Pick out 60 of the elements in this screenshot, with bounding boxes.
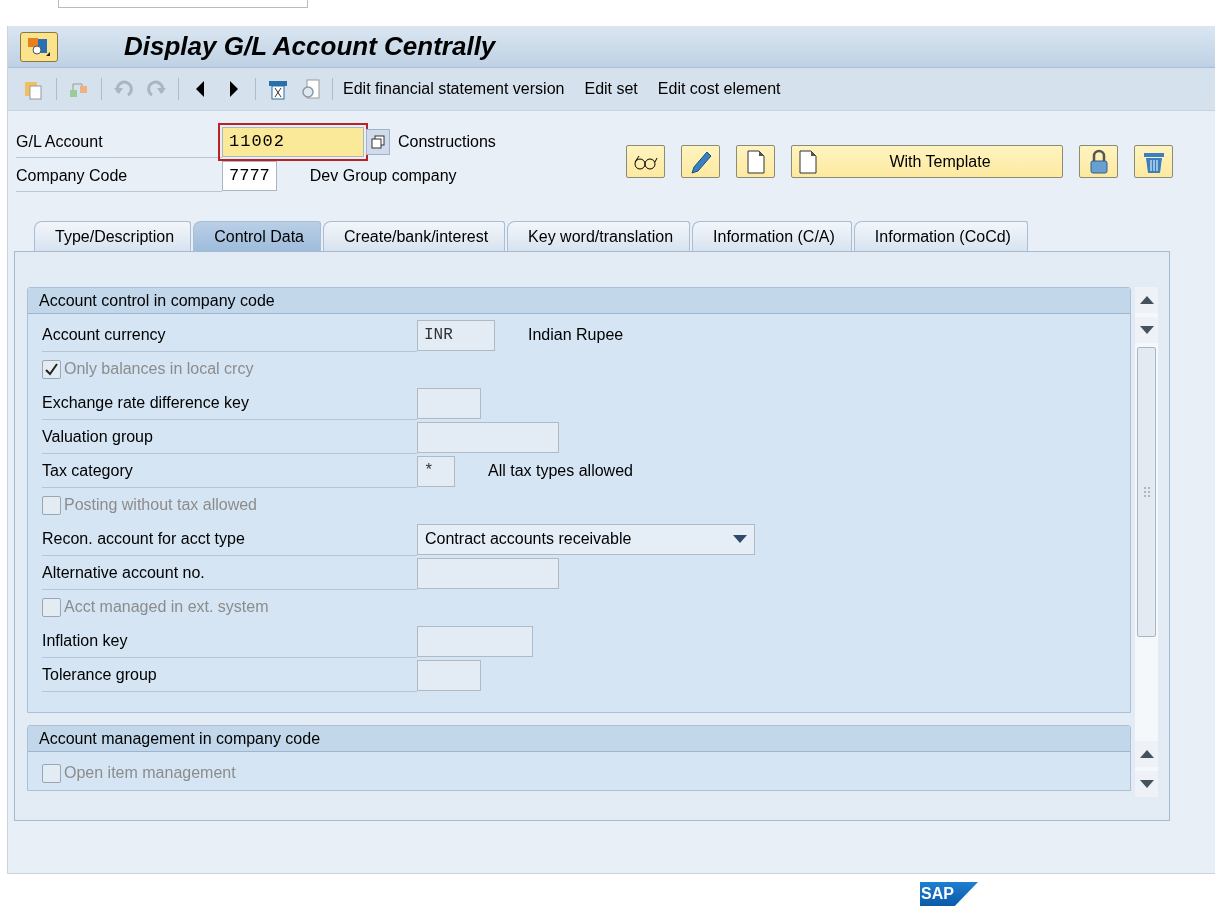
field-label: Recon. account for acct type <box>42 522 417 556</box>
input-field[interactable] <box>417 625 533 657</box>
toolbar-link[interactable]: Edit financial statement version <box>339 77 575 101</box>
document-icon[interactable] <box>267 78 289 100</box>
trash-button[interactable] <box>1134 145 1173 178</box>
window-title: Display G/L Account Centrally <box>124 30 496 63</box>
scroll-down-icon[interactable] <box>1139 780 1154 788</box>
tab[interactable]: Key word/translation <box>507 221 691 251</box>
pencil-button[interactable] <box>681 145 720 178</box>
input-field[interactable]: 7777 <box>222 161 277 191</box>
input-field[interactable]: INR <box>417 319 495 351</box>
field-label: Tax category <box>42 454 417 488</box>
template-button[interactable]: With Template <box>791 145 1063 178</box>
field-label: Exchange rate difference key <box>42 386 417 420</box>
section-header: Account management in company code <box>28 726 1130 752</box>
tab[interactable]: Information (CoCd) <box>853 221 1028 251</box>
input-field[interactable]: * <box>417 455 455 487</box>
scroll-down-icon[interactable] <box>1139 326 1154 334</box>
checkbox-label: Open item management <box>64 763 236 783</box>
dropdown-arrow-icon <box>733 535 747 543</box>
matchcode-button[interactable] <box>366 129 390 155</box>
scroll-up-icon[interactable] <box>1139 750 1154 758</box>
checkbox-label: Posting without tax allowed <box>64 495 257 515</box>
tab[interactable]: Create/bank/interest <box>323 221 506 251</box>
field-description: Dev Group company <box>309 166 457 186</box>
page-icon <box>798 149 818 174</box>
logo: SAP <box>920 882 978 906</box>
scroll-up-icon[interactable] <box>1139 296 1154 304</box>
toolbar-link[interactable]: Edit set <box>574 77 648 101</box>
field-label: Tolerance group <box>42 658 417 692</box>
preview-icon[interactable] <box>299 78 321 100</box>
pencil-icon <box>689 149 712 174</box>
section-header: Account control in company code <box>28 288 1130 314</box>
input-field[interactable] <box>417 659 481 691</box>
field-description: All tax types allowed <box>488 461 633 481</box>
scroll-thumb[interactable] <box>1137 347 1156 637</box>
glasses-button[interactable] <box>626 145 665 178</box>
field-label: Valuation group <box>42 420 417 454</box>
tab[interactable]: Information (C/A) <box>692 221 852 251</box>
field-label: Alternative account no. <box>42 556 417 590</box>
dropdown-field[interactable]: Contract accounts receivable <box>417 523 755 555</box>
menu-icon[interactable] <box>20 31 58 62</box>
page-icon <box>745 149 766 174</box>
field-description: Constructions <box>398 132 496 152</box>
padlock-icon <box>1087 148 1110 175</box>
copy-icon <box>371 135 385 149</box>
toolbar-link[interactable]: Edit cost element <box>647 77 791 101</box>
checkbox-label: Acct managed in ext. system <box>64 597 269 617</box>
vertical-scrollbar[interactable] <box>1135 287 1158 797</box>
page-button[interactable] <box>736 145 775 178</box>
input-field[interactable] <box>417 387 481 419</box>
field-description: Indian Rupee <box>528 325 624 345</box>
checkbox-label: Only balances in local crcy <box>64 359 254 379</box>
input-field[interactable] <box>417 557 559 589</box>
padlock-button[interactable] <box>1079 145 1118 178</box>
tab[interactable]: Type/Description <box>34 221 192 251</box>
input-field[interactable] <box>417 421 559 453</box>
field-label: Account currency <box>42 318 417 352</box>
tab[interactable]: Control Data <box>193 221 321 251</box>
field-label: Inflation key <box>42 624 417 658</box>
